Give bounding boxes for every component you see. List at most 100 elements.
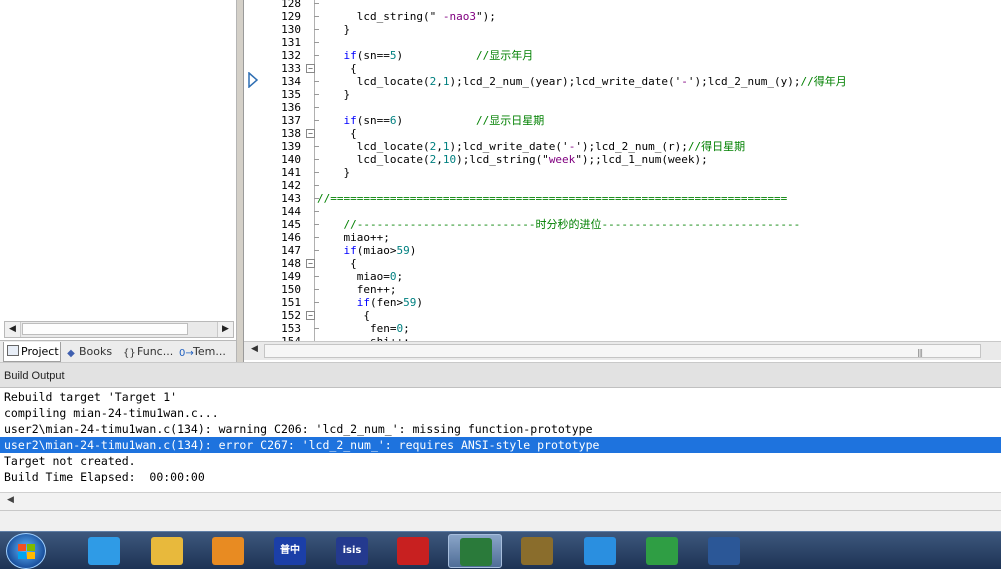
project-horizontal-scrollbar[interactable]: ◀ ▶ <box>4 321 234 338</box>
code-line[interactable]: 147 if(miao>59) <box>244 244 1001 257</box>
fold-minus-icon[interactable]: − <box>306 259 315 268</box>
taskbar-app-button[interactable]: isis <box>325 534 379 568</box>
pane-splitter[interactable] <box>236 0 244 362</box>
code-text: //======================================… <box>317 192 788 205</box>
code-text: if(miao>59) <box>343 244 417 257</box>
scroll-left-icon[interactable]: ◀ <box>251 344 258 354</box>
build-output-scrollbar[interactable]: ◀ <box>0 492 1001 510</box>
code-line[interactable]: 128 <box>244 0 1001 10</box>
line-number: 130 <box>281 23 301 36</box>
line-number: 134 <box>281 75 301 88</box>
tab-label: Project <box>21 345 59 358</box>
code-line[interactable]: 149 miao=0; <box>244 270 1001 283</box>
code-line[interactable]: 133− { <box>244 62 1001 75</box>
fold-minus-icon[interactable]: − <box>306 311 315 320</box>
line-number: 148 <box>281 257 301 270</box>
code-text: { <box>317 62 357 75</box>
build-output-header: Build Output <box>0 362 1001 388</box>
fold-minus-icon[interactable]: − <box>306 64 315 73</box>
code-editor[interactable]: 128 129 lcd_string(" -nao3"); 130 } 131 132 … <box>244 0 1001 341</box>
code-line[interactable]: 143 //===================================… <box>244 192 1001 205</box>
windows-taskbar: 普中ISP isis <box>0 531 1001 569</box>
code-line[interactable]: 138− { <box>244 127 1001 140</box>
functions-icon: {} <box>123 348 136 359</box>
code-line[interactable]: 142 <box>244 179 1001 192</box>
line-number: 136 <box>281 101 301 114</box>
build-output-line[interactable]: Rebuild target 'Target 1' <box>0 389 1001 405</box>
taskbar-app-button[interactable] <box>573 534 627 568</box>
code-text: if(sn==6) //显示日星期 <box>343 114 545 127</box>
project-pane[interactable]: ◀ ▶ <box>0 0 236 340</box>
tab-functions[interactable]: {}Func... <box>120 342 175 362</box>
code-line[interactable]: 129 lcd_string(" -nao3"); <box>244 10 1001 23</box>
code-line[interactable]: 135 } <box>244 88 1001 101</box>
code-lines[interactable]: 128 129 lcd_string(" -nao3"); 130 } 131 132 … <box>244 0 1001 341</box>
editor-horizontal-scrollbar[interactable]: ◀ ||| <box>244 341 1001 360</box>
media-player-icon <box>212 537 244 565</box>
scroll-thumb[interactable] <box>22 323 188 335</box>
build-output-line[interactable]: compiling mian-24-timu1wan.c... <box>0 405 1001 421</box>
code-text: lcd_locate(2,1);lcd_2_num_(year);lcd_wri… <box>317 75 847 88</box>
build-output-line[interactable]: Build Time Elapsed: 00:00:00 <box>0 469 1001 485</box>
qq-browser-icon <box>584 537 616 565</box>
line-number: 133 <box>281 62 301 75</box>
taskbar-app-button[interactable]: 普中ISP <box>263 534 317 568</box>
code-line[interactable]: 146 miao++; <box>244 231 1001 244</box>
ares-icon <box>397 537 429 565</box>
line-number: 146 <box>281 231 301 244</box>
mdk-tool-icon <box>521 537 553 565</box>
build-output-line[interactable]: user2\mian-24-timu1wan.c(134): error C26… <box>0 437 1001 453</box>
taskbar-app-button[interactable] <box>635 534 689 568</box>
taskbar-app-button[interactable] <box>448 534 502 568</box>
code-text: lcd_locate(2,1);lcd_write_date('-');lcd_… <box>317 140 746 153</box>
code-line[interactable]: 137 if(sn==6) //显示日星期 <box>244 114 1001 127</box>
code-line[interactable]: 134 lcd_locate(2,1);lcd_2_num_(year);lcd… <box>244 75 1001 88</box>
line-number: 149 <box>281 270 301 283</box>
code-line[interactable]: 148− { <box>244 257 1001 270</box>
grip-icon: ||| <box>917 348 923 357</box>
scroll-right-icon[interactable]: ▶ <box>217 322 233 337</box>
line-number: 141 <box>281 166 301 179</box>
code-text: miao++; <box>317 231 390 244</box>
taskbar-app-button[interactable] <box>140 534 194 568</box>
fold-tick <box>314 42 319 43</box>
tab-label: Tem... <box>193 345 226 358</box>
line-number: 140 <box>281 153 301 166</box>
code-line[interactable]: 136 <box>244 101 1001 114</box>
code-text: { <box>317 257 357 270</box>
code-line[interactable]: 144 <box>244 205 1001 218</box>
taskbar-app-button[interactable] <box>510 534 564 568</box>
code-line[interactable]: 152− { <box>244 309 1001 322</box>
line-number: 147 <box>281 244 301 257</box>
code-line[interactable]: 130 } <box>244 23 1001 36</box>
scroll-left-icon[interactable]: ◀ <box>5 322 21 337</box>
scroll-thumb[interactable]: ||| <box>264 344 981 358</box>
taskbar-app-button[interactable] <box>697 534 751 568</box>
taskbar-app-button[interactable] <box>201 534 255 568</box>
code-line[interactable]: 150 fen++; <box>244 283 1001 296</box>
build-output-line[interactable]: Target not created. <box>0 453 1001 469</box>
code-text: } <box>317 166 351 179</box>
fold-minus-icon[interactable]: − <box>306 129 315 138</box>
tab-books[interactable]: ◆ Books <box>62 342 117 362</box>
start-button[interactable] <box>6 533 46 569</box>
code-line[interactable]: 151 if(fen>59) <box>244 296 1001 309</box>
code-line[interactable]: 141 } <box>244 166 1001 179</box>
tab-label: Func... <box>137 345 174 358</box>
tab-project[interactable]: Project <box>3 342 61 362</box>
scroll-left-icon[interactable]: ◀ <box>7 495 14 505</box>
code-line[interactable]: 131 <box>244 36 1001 49</box>
code-line[interactable]: 132 if(sn==5) //显示年月 <box>244 49 1001 62</box>
build-output-line[interactable]: user2\mian-24-timu1wan.c(134): warning C… <box>0 421 1001 437</box>
build-output-panel[interactable]: Rebuild target 'Target 1' compiling mian-… <box>0 388 1001 492</box>
code-line[interactable]: 153 fen=0; <box>244 322 1001 335</box>
taskbar-app-button[interactable] <box>386 534 440 568</box>
code-text: fen=0; <box>317 322 410 335</box>
code-line[interactable]: 139 lcd_locate(2,1);lcd_write_date('-');… <box>244 140 1001 153</box>
code-line[interactable]: 145 //---------------------------时分秒的进位-… <box>244 218 1001 231</box>
line-number: 144 <box>281 205 301 218</box>
tab-templates[interactable]: 0→Tem... <box>176 342 234 362</box>
taskbar-app-button[interactable] <box>77 534 131 568</box>
code-line[interactable]: 140 lcd_locate(2,10);lcd_string("week");… <box>244 153 1001 166</box>
code-text: //---------------------------时分秒的进位-----… <box>343 218 801 231</box>
